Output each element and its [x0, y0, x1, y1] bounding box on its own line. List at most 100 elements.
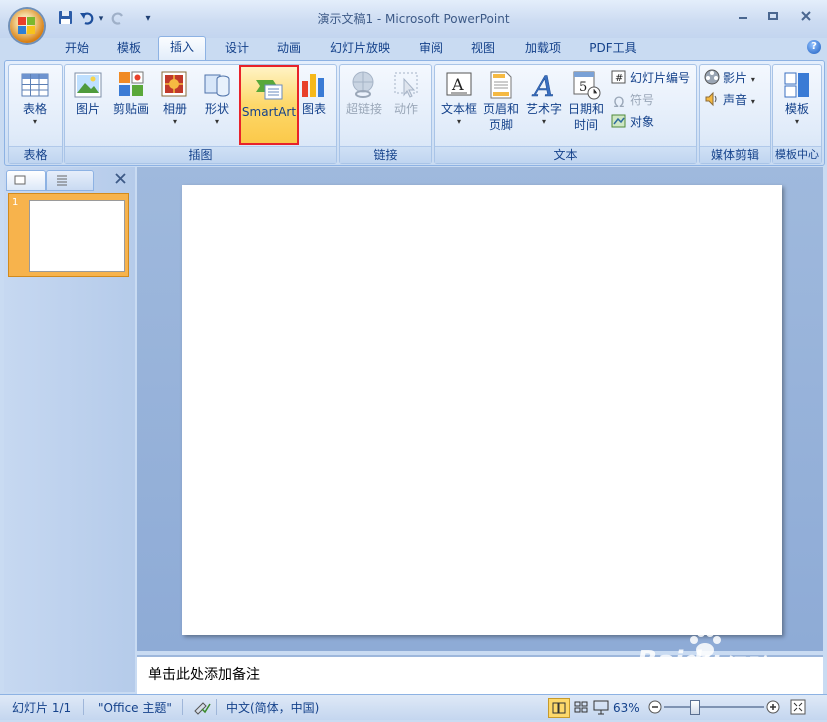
zoom-slider-thumb[interactable]: [690, 700, 700, 715]
table-icon: [19, 69, 51, 101]
tab-insert[interactable]: 插入: [158, 36, 206, 61]
tab-outline[interactable]: [46, 170, 94, 191]
action-icon: [390, 69, 422, 101]
slide-number-label: 幻灯片编号: [630, 71, 691, 85]
group-template-center: 模板 ▾ 模板中心: [772, 64, 822, 164]
slide-number-button[interactable]: # 幻灯片编号: [611, 68, 690, 88]
normal-view-icon[interactable]: [548, 698, 570, 718]
group-media: 影片 ▾ 声音 ▾ 媒体剪辑: [699, 64, 771, 164]
tab-pdf-tools[interactable]: PDF工具: [584, 38, 642, 60]
slide-sorter-icon[interactable]: [572, 698, 590, 716]
object-icon: [611, 113, 627, 129]
tab-review[interactable]: 审阅: [412, 38, 450, 60]
window-title: 演示文稿1 - Microsoft PowerPoint: [317, 12, 510, 26]
chart-button[interactable]: 图表: [297, 69, 331, 117]
template-label: 模板: [784, 102, 809, 116]
photo-album-icon: [159, 69, 191, 101]
speaker-icon: [704, 91, 720, 107]
header-footer-label-2: 页脚: [488, 118, 513, 132]
textbox-label: 文本框: [440, 102, 477, 116]
slide-canvas[interactable]: [182, 185, 782, 635]
tab-addins[interactable]: 加载项: [518, 38, 568, 60]
group-links: 超链接 动作 链接: [339, 64, 432, 164]
slideshow-view-icon[interactable]: [592, 698, 610, 716]
chart-icon: [298, 69, 330, 101]
status-language[interactable]: 中文(简体，中国): [226, 699, 319, 717]
picture-button[interactable]: 图片: [69, 69, 107, 117]
textbox-icon: A: [443, 69, 475, 101]
fit-to-window-icon[interactable]: [790, 699, 806, 715]
status-slide-count: 幻灯片 1/1: [12, 701, 72, 715]
slide-thumbnail-preview: [29, 200, 125, 272]
clipart-button[interactable]: 剪贴画: [110, 69, 152, 117]
office-logo-icon: [18, 17, 36, 35]
symbol-button[interactable]: Ω 符号: [611, 90, 654, 111]
picture-label: 图片: [75, 102, 100, 116]
group-tables: 表格 ▾ 表格: [8, 64, 63, 164]
clipart-icon: [115, 69, 147, 101]
album-button[interactable]: 相册 ▾: [155, 69, 195, 127]
tab-slides-thumbnails[interactable]: [6, 170, 46, 191]
minimize-icon[interactable]: [730, 8, 756, 28]
office-button[interactable]: [10, 9, 44, 43]
template-button[interactable]: 模板 ▾: [776, 69, 818, 127]
textbox-button[interactable]: A 文本框 ▾: [439, 69, 479, 127]
movie-button[interactable]: 影片 ▾: [704, 68, 755, 88]
tab-animation[interactable]: 动画: [270, 38, 308, 60]
hyperlink-label: 超链接: [345, 102, 382, 116]
group-links-label: 链接: [340, 146, 431, 163]
tab-template[interactable]: 模板: [110, 38, 148, 60]
wordart-label: 艺术字: [525, 102, 562, 116]
tab-view[interactable]: 视图: [464, 38, 502, 60]
object-button[interactable]: 对象: [611, 112, 654, 132]
template-icon: [781, 69, 813, 101]
datetime-button[interactable]: 5 日期和 时间: [565, 69, 607, 133]
sound-button[interactable]: 声音 ▾: [704, 90, 755, 110]
object-label: 对象: [630, 115, 655, 129]
close-panel-icon[interactable]: [113, 171, 129, 187]
table-button[interactable]: 表格 ▾: [13, 69, 57, 127]
svg-text:#: #: [615, 73, 623, 84]
group-illustrations: 图片 剪贴画 相册 ▾ 形状 ▾ SmartArt 图表 插图: [64, 64, 337, 164]
omega-icon: Ω: [613, 95, 625, 111]
help-icon[interactable]: ?: [807, 40, 821, 54]
action-label: 动作: [393, 102, 418, 116]
shapes-button[interactable]: 形状 ▾: [198, 69, 236, 127]
film-reel-icon: [704, 69, 720, 85]
zoom-slider-track[interactable]: [664, 706, 764, 708]
svg-text:5: 5: [579, 80, 587, 95]
watermark-url: jingyan.baidu.com: [653, 678, 746, 689]
notes-placeholder: 单击此处添加备注: [148, 667, 260, 683]
close-icon[interactable]: [793, 8, 819, 28]
status-zoom-level[interactable]: 63%: [613, 699, 640, 717]
action-button[interactable]: 动作: [386, 69, 426, 117]
zoom-out-icon[interactable]: [648, 700, 662, 714]
album-label: 相册: [162, 102, 187, 116]
calendar-clock-icon: 5: [570, 69, 602, 101]
hyperlink-button[interactable]: 超链接: [342, 69, 386, 117]
datetime-label-2: 时间: [573, 118, 598, 132]
ribbon: 表格 ▾ 表格 图片 剪贴画 相册 ▾ 形状 ▾ SmartArt 图表 插图 …: [4, 60, 825, 166]
smartart-label: SmartArt: [241, 105, 297, 119]
slide-thumbnail-number: 1: [12, 197, 19, 208]
watermark-brand-2: du: [683, 646, 721, 676]
tab-slideshow[interactable]: 幻灯片放映: [324, 38, 396, 60]
baidu-jingyan-watermark: Baidu 经验 jingyan.baidu.com: [633, 628, 813, 689]
chart-label: 图表: [301, 102, 326, 116]
smartart-button[interactable]: SmartArt: [239, 65, 299, 145]
hyperlink-icon: [348, 69, 380, 101]
sound-label: 声音: [723, 93, 748, 107]
wordart-button[interactable]: A 艺术字 ▾: [524, 69, 564, 127]
group-text-label: 文本: [435, 146, 696, 163]
tab-design[interactable]: 设计: [218, 38, 256, 60]
zoom-in-icon[interactable]: [766, 700, 780, 714]
maximize-icon[interactable]: [760, 8, 786, 28]
group-media-label: 媒体剪辑: [700, 146, 770, 163]
header-footer-button[interactable]: 页眉和 页脚: [480, 69, 522, 133]
wordart-icon: A: [528, 69, 560, 104]
group-template-center-label: 模板中心: [773, 146, 821, 163]
spell-check-icon[interactable]: [193, 699, 211, 717]
status-bar: 幻灯片 1/1 "Office 主题" 中文(简体，中国) 63%: [0, 694, 827, 720]
slide-thumbnail-1[interactable]: 1: [8, 193, 129, 277]
tab-home[interactable]: 开始: [58, 38, 96, 60]
